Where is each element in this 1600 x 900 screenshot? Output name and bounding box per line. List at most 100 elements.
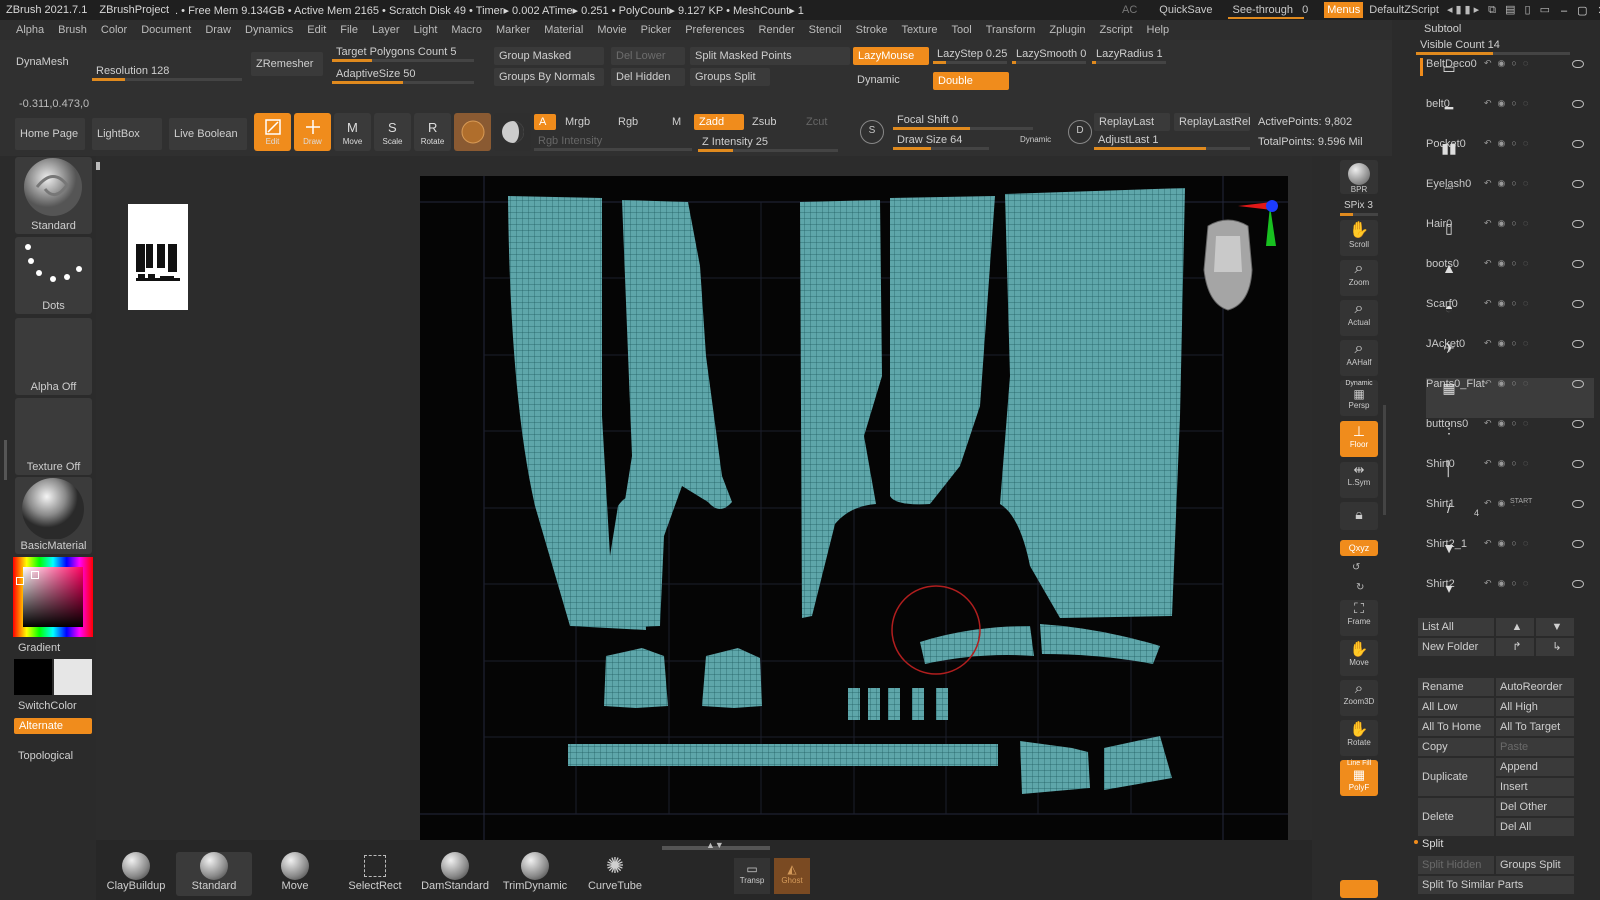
eye-icon[interactable] [1572, 420, 1584, 428]
del-hidden-button[interactable]: Del Hidden [611, 68, 685, 86]
subtool-item[interactable]: ▦ ↶◉○◌ Pants0_Flat [1426, 378, 1594, 418]
adjustlast-slider[interactable]: AdjustLast 1 [1094, 132, 1250, 150]
damstandard-brush[interactable]: DamStandard [417, 852, 493, 896]
rename-button[interactable]: Rename [1418, 678, 1494, 696]
menu-zplugin[interactable]: Zplugin [1042, 24, 1092, 36]
main-color-swatch[interactable] [14, 659, 52, 695]
edit-mode-button[interactable]: Edit [254, 113, 291, 151]
subtool-item[interactable]: ▼ ↶◉○◌ Shirt2_1 [1426, 538, 1594, 578]
dynamesh-button[interactable]: DynaMesh [12, 54, 69, 72]
polyf-toggle[interactable]: Line Fill ▦ PolyF [1340, 760, 1378, 796]
eye-icon[interactable] [1572, 540, 1584, 548]
eye-icon[interactable] [1572, 380, 1584, 388]
replaylast-button[interactable]: ReplayLast [1094, 113, 1170, 131]
subtool-item[interactable]: ▯ ↶◉○◌ Hair0 [1426, 218, 1594, 258]
zoom3d-button[interactable]: ⌕ Zoom3D [1340, 680, 1378, 716]
collapse-arrows-icon[interactable]: ▲▼ [706, 840, 724, 850]
menu-preferences[interactable]: Preferences [678, 24, 751, 36]
rgb-toggle[interactable]: Rgb [614, 114, 638, 132]
curvetube-brush[interactable]: ✺ CurveTube [577, 852, 653, 896]
lazyradius-slider[interactable]: LazyRadius 1 [1092, 46, 1166, 64]
menu-zscript[interactable]: Zscript [1093, 24, 1140, 36]
group-masked-button[interactable]: Group Masked [494, 47, 604, 65]
groups-split-panel-button[interactable]: Groups Split [1496, 856, 1574, 874]
menu-alpha[interactable]: Alpha [0, 24, 51, 36]
zcut-toggle[interactable]: Zcut [802, 114, 827, 132]
subtool-item[interactable]: /↶◉○◌Shirt1START4 [1426, 498, 1594, 538]
move-up-icon[interactable]: ▲ [1496, 618, 1534, 636]
switchcolor-button[interactable]: SwitchColor [14, 698, 77, 716]
color-picker[interactable] [13, 557, 93, 637]
scale-mode-button[interactable]: S Scale [374, 113, 411, 151]
m-toggle[interactable]: M [668, 114, 681, 132]
menu-stroke[interactable]: Stroke [849, 24, 895, 36]
subtool-item[interactable]: │ ↶◉○◌ Shirt0 [1426, 458, 1594, 498]
alternate-toggle[interactable]: Alternate [14, 718, 92, 734]
saturation-marker[interactable] [31, 571, 39, 579]
rotate-view-button[interactable]: ✋ Rotate [1340, 720, 1378, 756]
target-polygons-slider[interactable]: Target Polygons Count 5 [332, 44, 474, 62]
move-brush[interactable]: Move [257, 852, 333, 896]
lazysmooth-slider[interactable]: LazySmooth 0 [1012, 46, 1086, 64]
selectrect-brush[interactable]: SelectRect [337, 852, 413, 896]
adaptive-size-slider[interactable]: AdaptiveSize 50 [332, 66, 474, 84]
copy-button[interactable]: Copy [1418, 738, 1494, 756]
duplicate-button[interactable]: Duplicate [1418, 758, 1494, 796]
lightbox-button[interactable]: LightBox [92, 118, 162, 150]
all-high-button[interactable]: All High [1496, 698, 1574, 716]
visible-count-slider[interactable]: Visible Count 14 [1416, 37, 1570, 55]
menu-layer[interactable]: Layer [365, 24, 407, 36]
del-other-button[interactable]: Del Other [1496, 798, 1574, 816]
quicksave-button[interactable]: QuickSave [1159, 4, 1212, 16]
del-all-button[interactable]: Del All [1496, 818, 1574, 836]
split-masked-points-button[interactable]: Split Masked Points [690, 47, 850, 65]
menu-color[interactable]: Color [94, 24, 134, 36]
subtool-item[interactable]: ✈ ↶◉○◌ JAcket0 [1426, 338, 1594, 378]
append-button[interactable]: Append [1496, 758, 1574, 776]
eye-icon[interactable] [1572, 340, 1584, 348]
floor-toggle[interactable]: ⊥ Floor [1340, 421, 1378, 457]
subtool-item[interactable]: ▲ ↶◉○◌ boots0 [1426, 258, 1594, 298]
transp-toggle[interactable]: ▭ Transp [734, 858, 770, 894]
lazystep-slider[interactable]: LazyStep 0.25 [933, 46, 1007, 64]
uv-viewport[interactable] [420, 176, 1288, 841]
new-folder-button[interactable]: New Folder [1418, 638, 1494, 656]
rgb-intensity-slider[interactable]: Rgb Intensity [534, 133, 692, 151]
alpha-selector[interactable]: Alpha Off [15, 318, 92, 395]
menu-file[interactable]: File [333, 24, 365, 36]
topological-toggle[interactable]: Topological [14, 748, 73, 766]
gyro-channel-button[interactable] [494, 113, 531, 151]
brush-selector[interactable]: Standard [15, 157, 92, 234]
menu-document[interactable]: Document [134, 24, 198, 36]
draw-size-slider[interactable]: Draw Size 64 [893, 132, 989, 150]
bpr-button[interactable]: BPR [1340, 160, 1378, 194]
subtool-item[interactable]: ▾ ↶◉○◌ Shirt2 [1426, 578, 1594, 618]
claybuildup-brush[interactable]: ClayBuildup [98, 852, 174, 896]
solo-toggle[interactable] [1340, 880, 1378, 898]
layout-icons[interactable]: ◂▮▮▸ ⧉ ▤ ▯ ▭ [1447, 3, 1553, 17]
mrgb-toggle[interactable]: Mrgb [561, 114, 590, 132]
eye-icon[interactable] [1572, 580, 1584, 588]
all-to-home-button[interactable]: All To Home [1418, 718, 1494, 736]
move-mode-button[interactable]: M Move [334, 113, 371, 151]
spix-slider[interactable]: SPix 3 [1340, 198, 1378, 216]
draw-mode-button[interactable]: Draw [294, 113, 331, 151]
insert-button[interactable]: Insert [1496, 778, 1574, 796]
rotate-x-icon[interactable]: ↺ [1352, 562, 1360, 573]
folder-back-icon[interactable]: ↳ [1536, 638, 1574, 656]
standard-brush[interactable]: Standard [176, 852, 252, 896]
menu-edit[interactable]: Edit [300, 24, 333, 36]
subtool-item[interactable]: ┈ ↶◉○◌ Eyelash0 [1426, 178, 1594, 218]
delete-button[interactable]: Delete [1418, 798, 1494, 836]
secondary-color-swatch[interactable] [54, 659, 92, 695]
aahalf-button[interactable]: ⌕ AAHalf [1340, 340, 1378, 376]
texture-thumbnail[interactable] [128, 204, 188, 310]
all-low-button[interactable]: All Low [1418, 698, 1494, 716]
frame-button[interactable]: ⛶ Frame [1340, 600, 1378, 636]
see-through-slider[interactable]: See-through 0 [1228, 4, 1308, 19]
subtool-item[interactable]: ━ ↶◉○◌ belt0 [1426, 98, 1594, 138]
left-shelf-scrollbar[interactable] [4, 440, 7, 480]
scroll-button[interactable]: ✋ Scroll [1340, 220, 1378, 256]
move-view-button[interactable]: ✋ Move [1340, 640, 1378, 676]
eye-icon[interactable] [1572, 220, 1584, 228]
